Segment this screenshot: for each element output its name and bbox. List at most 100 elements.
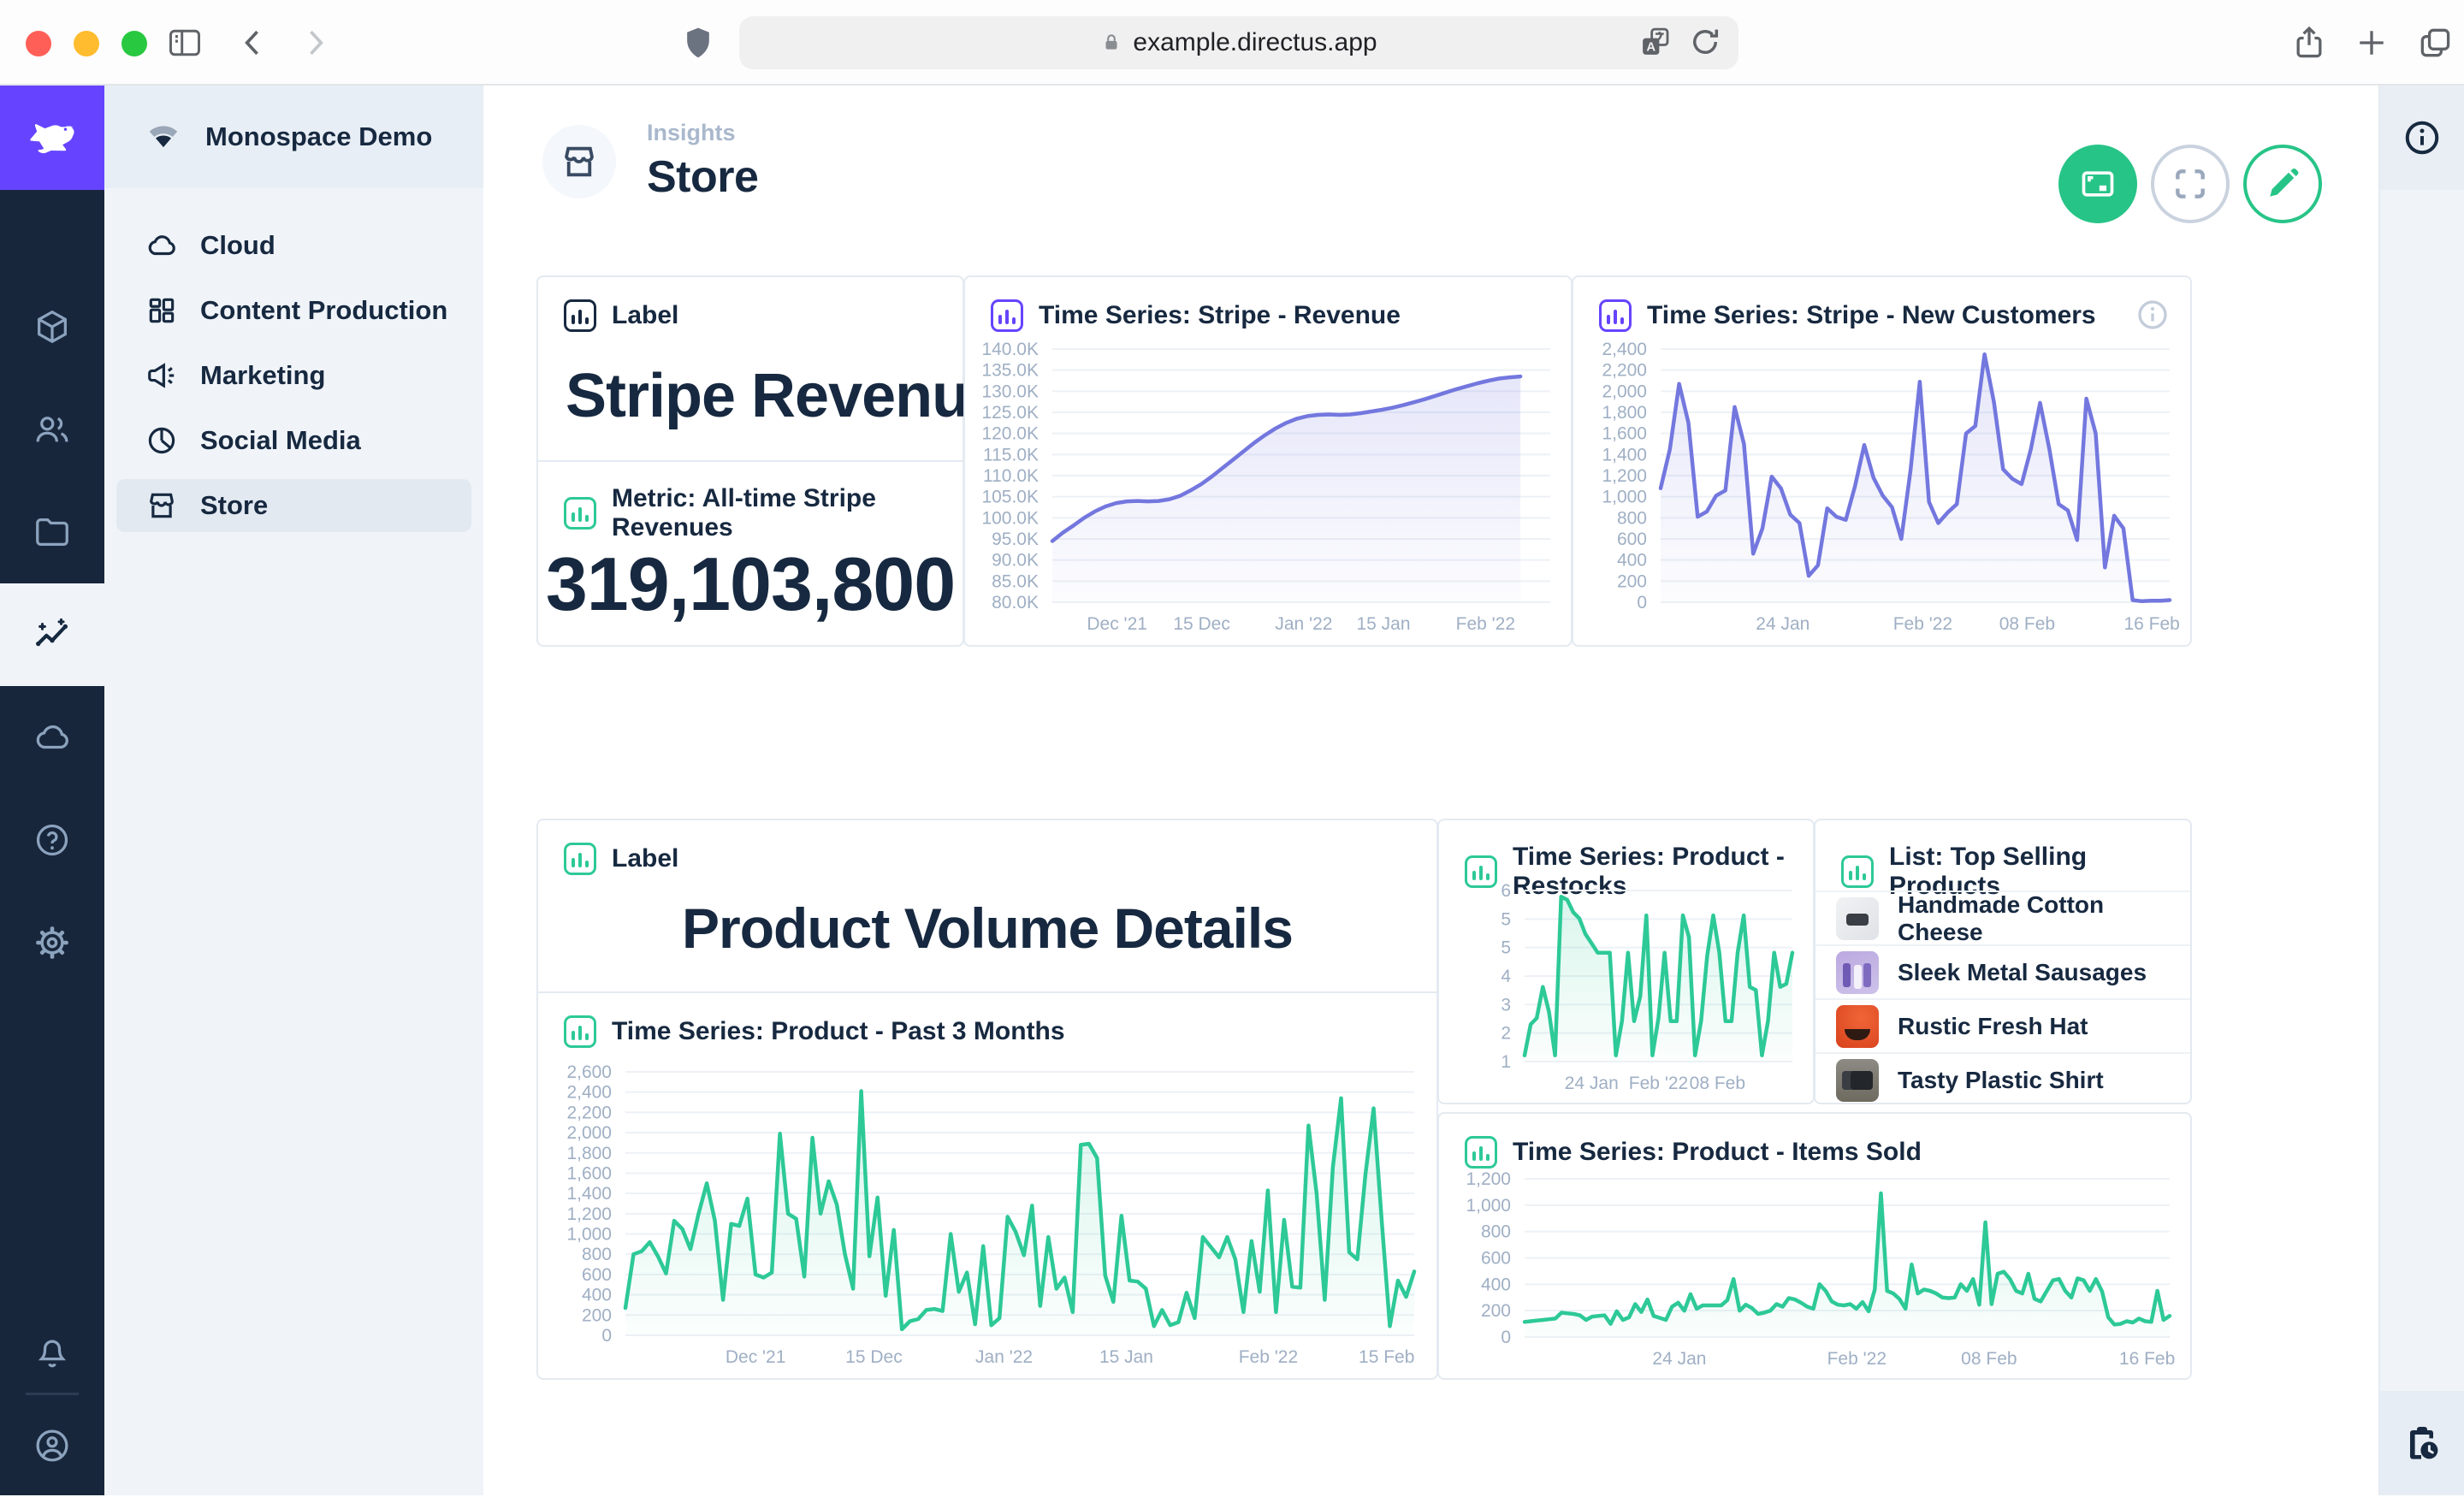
svg-text:2,200: 2,200 <box>1602 361 1647 381</box>
svg-text:1,200: 1,200 <box>566 1204 612 1224</box>
right-sidebar <box>2378 86 2464 1495</box>
panel-stripe-label[interactable]: Label Stripe Revenues Metric: All-time S… <box>536 275 964 647</box>
svg-text:15 Jan: 15 Jan <box>1356 614 1410 634</box>
edit-dashboard-button[interactable] <box>2243 145 2322 223</box>
svg-text:130.0K: 130.0K <box>981 382 1039 401</box>
product-name: Tasty Plastic Shirt <box>1898 1067 2104 1094</box>
metric-value: 319,103,800 <box>538 541 962 628</box>
panel-top-selling-products[interactable]: List: Top Selling Products Handmade Cott… <box>1814 819 2192 1104</box>
svg-text:08 Feb: 08 Feb <box>1690 1074 1745 1093</box>
module-insights-icon[interactable] <box>0 583 104 686</box>
panel-header-text: Label <box>612 844 678 873</box>
svg-text:2,400: 2,400 <box>566 1083 612 1103</box>
svg-text:2,400: 2,400 <box>1602 340 1647 359</box>
svg-text:16 Feb: 16 Feb <box>2119 1349 2175 1369</box>
tab-overview-icon[interactable] <box>2416 24 2454 62</box>
svg-text:400: 400 <box>582 1286 612 1305</box>
navigation-panel: Monospace Demo Cloud Content Production … <box>104 86 483 1495</box>
list-item[interactable]: Sleek Metal Sausages <box>1815 944 2190 998</box>
sidebar-item-social-media[interactable]: Social Media <box>116 414 471 467</box>
svg-text:1,000: 1,000 <box>1466 1196 1511 1216</box>
storefront-icon <box>560 142 599 181</box>
sidebar-info-section[interactable] <box>2380 86 2464 190</box>
browser-chrome: example.directus.app A <box>0 0 2464 86</box>
svg-text:24 Jan: 24 Jan <box>1652 1349 1706 1369</box>
module-cloud-icon[interactable] <box>0 686 104 789</box>
sidebar-toggle-icon[interactable] <box>166 24 204 62</box>
svg-text:100.0K: 100.0K <box>981 508 1039 528</box>
panel-timeseries-icon <box>991 299 1023 332</box>
panel-header-text: Time Series: Product - Past 3 Months <box>612 1017 1065 1046</box>
product-items-sold-chart[interactable]: 1,2001,000800600400200024 JanFeb '2208 F… <box>1442 1169 2183 1375</box>
module-files-icon[interactable] <box>0 481 104 583</box>
close-window-button[interactable] <box>26 31 51 56</box>
module-users-icon[interactable] <box>0 378 104 481</box>
url-text: example.directus.app <box>1133 28 1377 57</box>
translate-icon[interactable]: A <box>1638 24 1673 60</box>
user-avatar-icon[interactable] <box>0 1394 104 1497</box>
list-item[interactable]: Tasty Plastic Shirt <box>1815 1052 2190 1106</box>
panel-product-items-sold[interactable]: Time Series: Product - Items Sold 1,2001… <box>1437 1112 2192 1380</box>
svg-text:2,000: 2,000 <box>566 1123 612 1143</box>
notifications-bell-icon[interactable] <box>0 1300 104 1403</box>
product-restocks-chart[interactable]: 655432124 JanFeb '2208 Feb <box>1442 880 1806 1099</box>
panel-stripe-revenue[interactable]: Time Series: Stripe - Revenue 140.0K135.… <box>963 275 1573 647</box>
module-content-icon[interactable] <box>0 275 104 378</box>
activity-log-button[interactable] <box>2380 1391 2464 1495</box>
svg-text:1,400: 1,400 <box>1602 445 1647 464</box>
panel-stripe-new-customers[interactable]: Time Series: Stripe - New Customers 2,40… <box>1572 275 2192 647</box>
svg-text:110.0K: 110.0K <box>983 466 1039 486</box>
svg-text:95.0K: 95.0K <box>992 530 1039 549</box>
share-icon[interactable] <box>2290 24 2328 62</box>
slideshow-icon <box>2079 165 2117 203</box>
svg-text:800: 800 <box>582 1245 612 1264</box>
stripe-new-customers-chart[interactable]: 2,4002,2002,0001,8001,6001,4001,2001,000… <box>1578 339 2183 640</box>
address-bar[interactable]: example.directus.app A <box>739 16 1738 69</box>
list-item[interactable]: Rustic Fresh Hat <box>1815 998 2190 1052</box>
sidebar-item-cloud[interactable]: Cloud <box>116 219 471 272</box>
directus-logo[interactable] <box>0 86 104 190</box>
svg-text:Dec '21: Dec '21 <box>1087 614 1147 634</box>
window-controls[interactable] <box>26 31 147 56</box>
module-help-icon[interactable] <box>0 789 104 891</box>
svg-text:400: 400 <box>1481 1275 1511 1294</box>
list-item[interactable]: Handmade Cotton Cheese <box>1815 891 2190 944</box>
sidebar-item-marketing[interactable]: Marketing <box>116 349 471 402</box>
product-volume-label: Product Volume Details <box>538 896 1436 961</box>
svg-text:200: 200 <box>582 1305 612 1325</box>
svg-text:24 Jan: 24 Jan <box>1565 1074 1619 1093</box>
present-mode-button[interactable] <box>2058 145 2137 223</box>
privacy-shield-icon[interactable] <box>679 24 717 62</box>
module-settings-icon[interactable] <box>0 891 104 994</box>
sidebar-item-content-production[interactable]: Content Production <box>116 284 471 337</box>
svg-text:1,200: 1,200 <box>1602 466 1647 486</box>
svg-text:1: 1 <box>1501 1052 1511 1072</box>
panel-product-restocks[interactable]: Time Series: Product - Restocks 65543212… <box>1437 819 1815 1104</box>
forward-button[interactable] <box>296 24 334 62</box>
back-button[interactable] <box>234 24 272 62</box>
panel-header-text: Time Series: Product - Items Sold <box>1513 1138 1922 1167</box>
reload-icon[interactable] <box>1687 24 1723 60</box>
zoom-window-button[interactable] <box>121 31 147 56</box>
svg-text:200: 200 <box>1617 571 1647 591</box>
stripe-revenue-chart[interactable]: 140.0K135.0K130.0K125.0K120.0K115.0K110.… <box>970 339 1564 640</box>
project-switcher[interactable]: Monospace Demo <box>104 86 483 188</box>
info-icon[interactable] <box>2135 298 2170 332</box>
rabbit-logo-icon <box>26 111 79 164</box>
svg-text:1,000: 1,000 <box>1602 488 1647 507</box>
new-tab-icon[interactable] <box>2353 24 2390 62</box>
product-thumbnail <box>1836 1059 1879 1102</box>
sidebar-item-label: Marketing <box>200 360 325 391</box>
panel-timeseries-icon <box>564 1015 596 1048</box>
svg-text:0: 0 <box>1501 1328 1511 1347</box>
product-past-3-months-chart[interactable]: 2,6002,4002,2002,0001,8001,6001,4001,200… <box>543 1062 1428 1373</box>
sidebar-item-store[interactable]: Store <box>116 479 471 532</box>
panel-product-volume[interactable]: Label Product Volume Details Time Series… <box>536 819 1438 1380</box>
fullscreen-button[interactable] <box>2151 145 2230 223</box>
svg-text:90.0K: 90.0K <box>992 551 1039 571</box>
svg-text:0: 0 <box>1637 593 1647 612</box>
panel-timeseries-icon <box>1599 299 1632 332</box>
minimize-window-button[interactable] <box>74 31 99 56</box>
panel-label-icon <box>564 843 596 875</box>
breadcrumb[interactable]: Insights <box>647 120 758 146</box>
